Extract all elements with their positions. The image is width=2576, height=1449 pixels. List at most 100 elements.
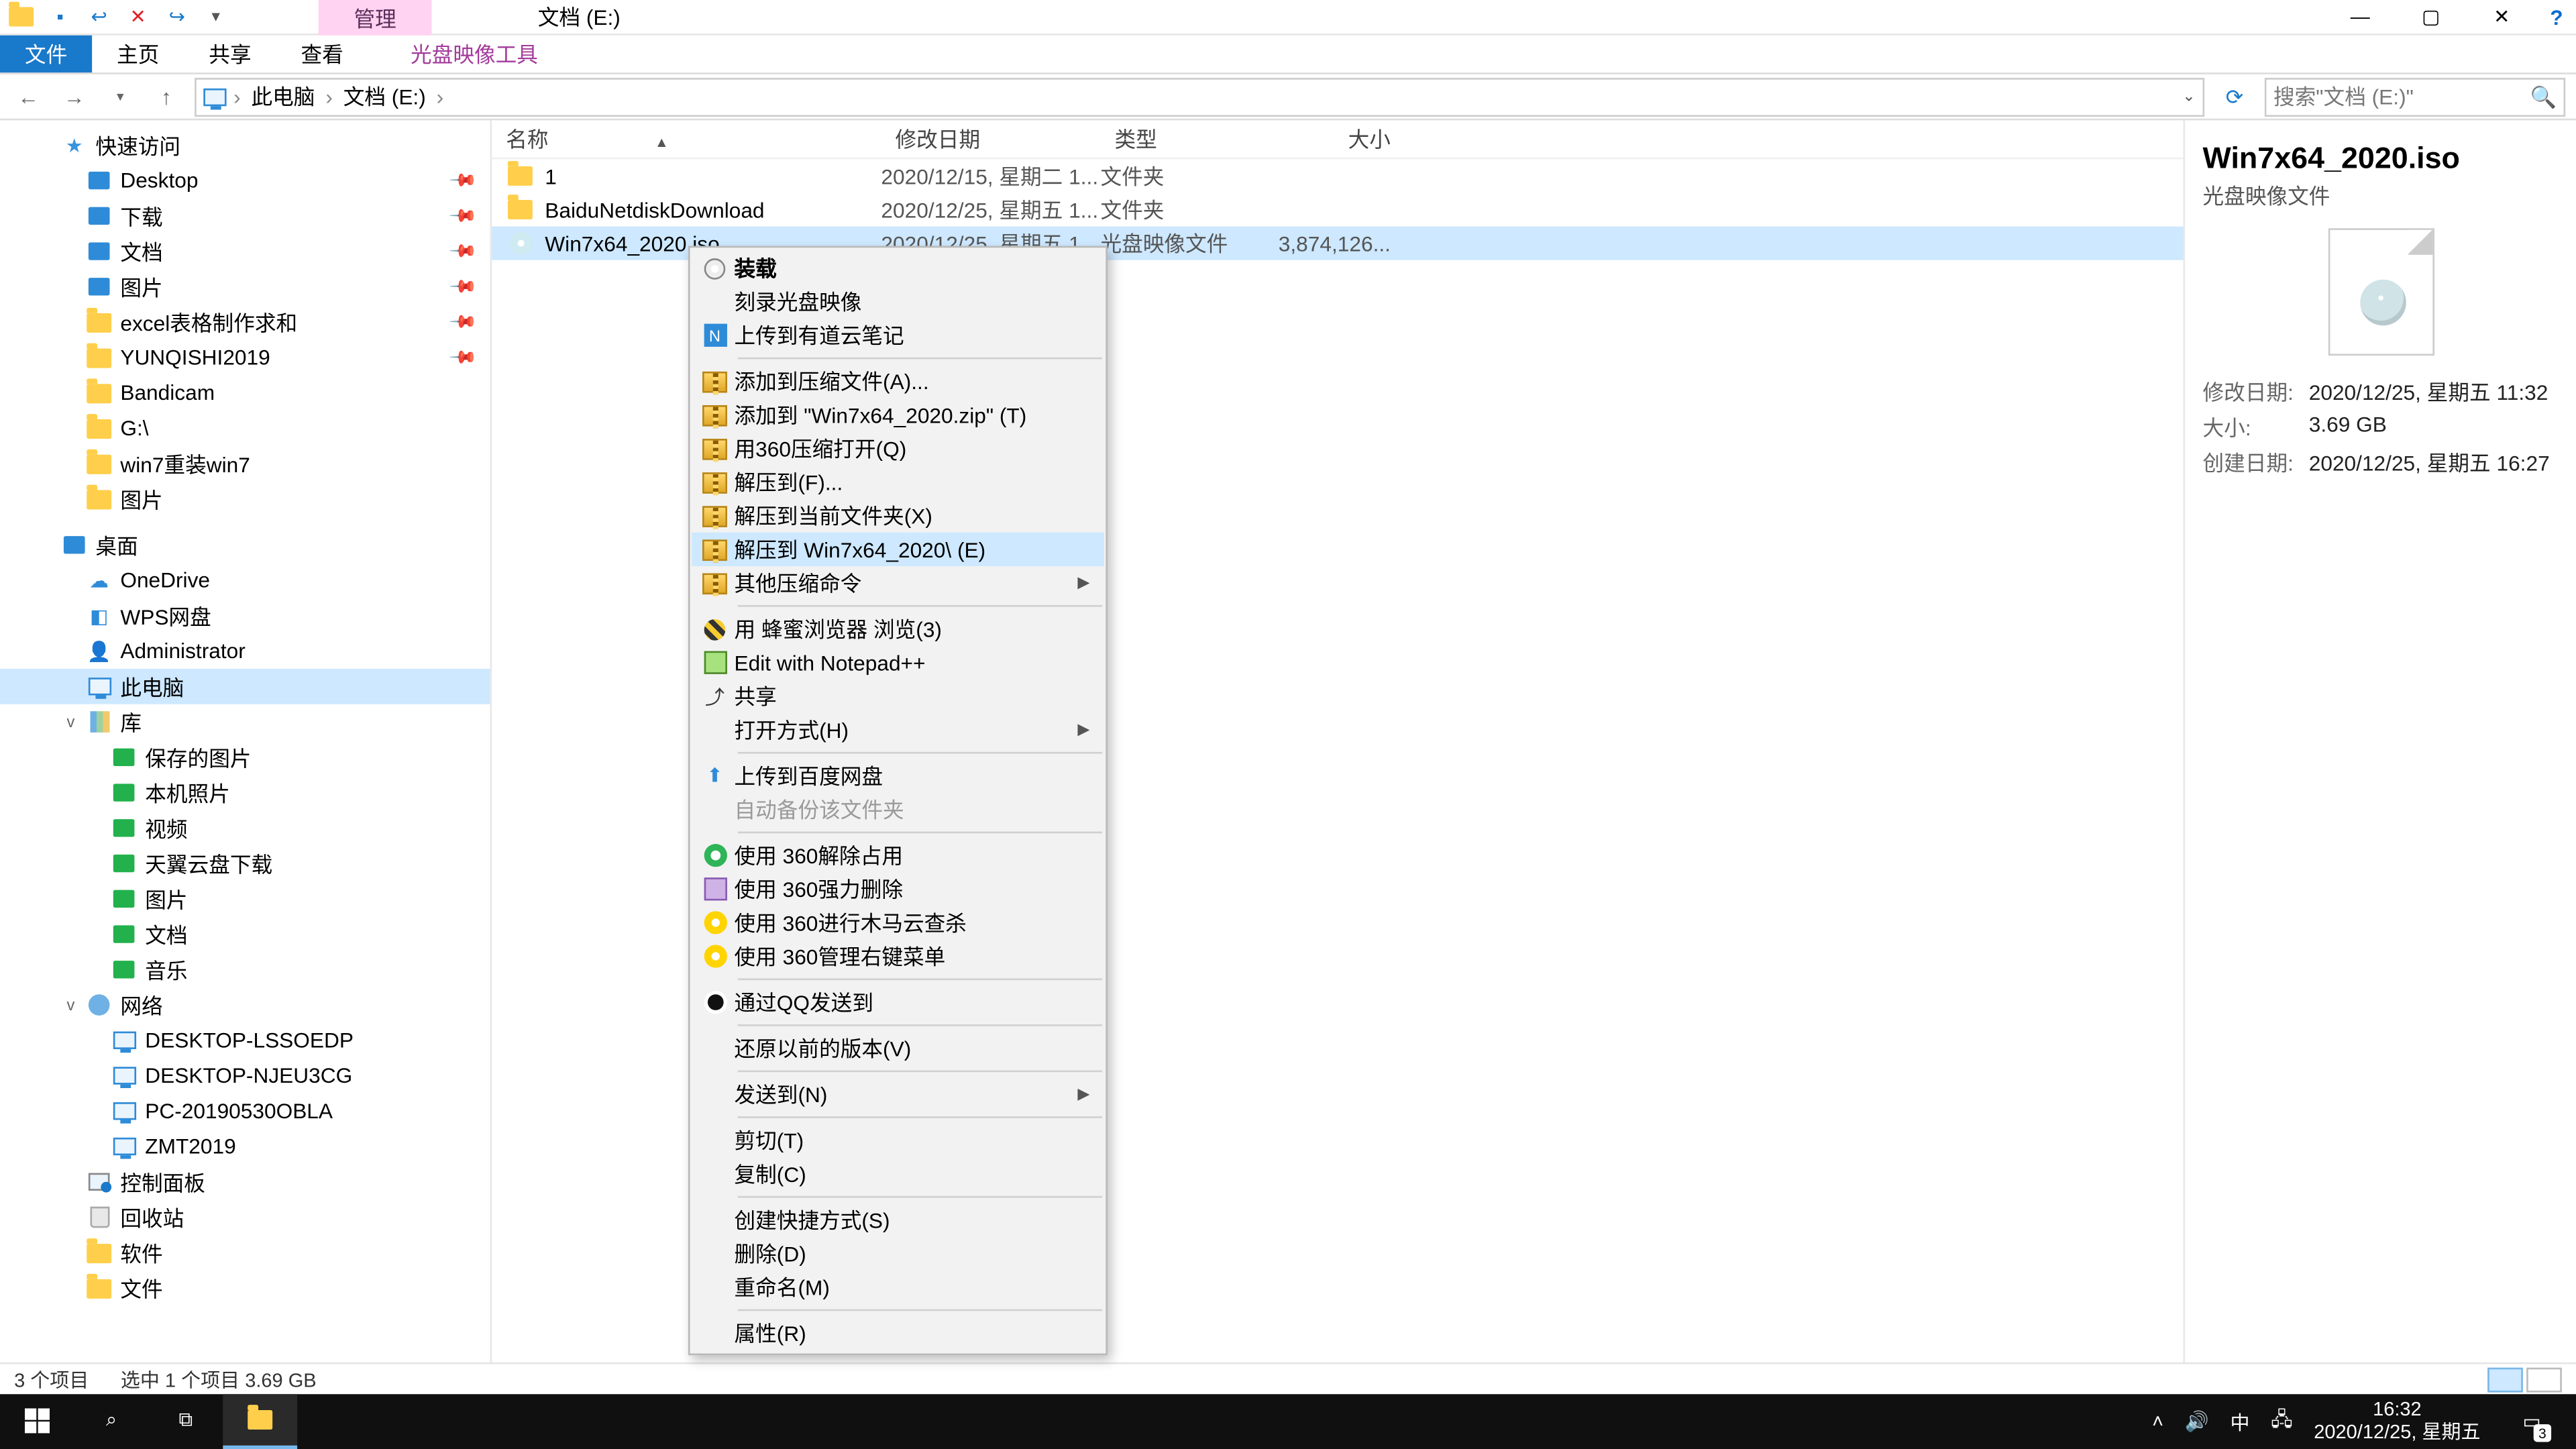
search-input[interactable]: 搜索"文档 (E:)" 🔍 — [2265, 77, 2565, 116]
close-button[interactable]: ✕ — [2466, 0, 2536, 34]
tray-ime[interactable]: 中 — [2231, 1407, 2250, 1436]
nav-item[interactable]: ◧WPS网盘 — [0, 598, 490, 633]
nav-item[interactable]: PC-20190530OBLA — [0, 1093, 490, 1129]
menu-item[interactable]: 属性(R) — [692, 1316, 1104, 1350]
menu-item[interactable]: 删除(D) — [692, 1237, 1104, 1271]
address-dropdown[interactable]: ⌄ — [2182, 87, 2196, 106]
nav-item[interactable]: 本机照片 — [0, 775, 490, 810]
menu-item[interactable]: ⬆上传到百度网盘 — [692, 759, 1104, 792]
menu-item[interactable]: 发送到(N)▶ — [692, 1077, 1104, 1111]
file-row[interactable]: BaiduNetdiskDownload2020/12/25, 星期五 1...… — [492, 193, 2183, 226]
menu-item[interactable]: 解压到当前文件夹(X) — [692, 499, 1104, 533]
col-modified[interactable]: 修改日期 — [881, 124, 1100, 154]
qat-undo[interactable]: ↩ — [81, 1, 117, 32]
nav-item[interactable]: 图片📌 — [0, 269, 490, 305]
expand-icon[interactable]: v — [60, 713, 82, 731]
nav-item[interactable]: 音乐 — [0, 952, 490, 987]
menu-item[interactable]: 用360压缩打开(Q) — [692, 432, 1104, 466]
nav-item[interactable]: 视频 — [0, 810, 490, 846]
qat-app-icon[interactable] — [3, 1, 39, 32]
nav-item[interactable]: YUNQISHI2019📌 — [0, 339, 490, 375]
file-row[interactable]: 12020/12/15, 星期二 1...文件夹 — [492, 159, 2183, 193]
nav-item[interactable]: DESKTOP-LSSOEDP — [0, 1022, 490, 1058]
nav-item[interactable]: Desktop📌 — [0, 163, 490, 199]
nav-item[interactable]: 文件 — [0, 1271, 490, 1306]
menu-item[interactable]: ⤴共享 — [692, 680, 1104, 713]
menu-item[interactable]: 打开方式(H)▶ — [692, 713, 1104, 747]
nav-item[interactable]: 此电脑 — [0, 669, 490, 704]
maximize-button[interactable]: ▢ — [2396, 0, 2466, 34]
ribbon-context-tool[interactable]: 光盘映像工具 — [386, 36, 563, 72]
menu-item[interactable]: 解压到 Win7x64_2020\ (E) — [692, 533, 1104, 566]
nav-item[interactable]: 保存的图片 — [0, 739, 490, 775]
menu-item[interactable]: Edit with Notepad++ — [692, 646, 1104, 680]
nav-item[interactable]: 👤Administrator — [0, 633, 490, 669]
tray-network-icon[interactable]: 🖧 — [2271, 1405, 2292, 1438]
tray-notifications[interactable]: ▭ 3 — [2502, 1394, 2562, 1449]
taskbar-taskview[interactable]: ⧉ — [149, 1394, 223, 1449]
view-details-button[interactable] — [2487, 1366, 2523, 1391]
menu-item[interactable]: 解压到(F)... — [692, 466, 1104, 499]
nav-item[interactable]: 桌面 — [0, 527, 490, 563]
nav-forward[interactable]: → — [56, 78, 92, 114]
menu-item[interactable]: 用 蜂蜜浏览器 浏览(3) — [692, 612, 1104, 646]
col-name[interactable]: 名称▲ — [492, 124, 881, 154]
menu-item[interactable]: 使用 360管理右键菜单 — [692, 939, 1104, 973]
nav-item[interactable]: 下载📌 — [0, 198, 490, 233]
taskbar-search[interactable]: ⌕ — [74, 1394, 149, 1449]
nav-item[interactable]: 文档 — [0, 916, 490, 952]
ribbon-share[interactable]: 共享 — [184, 36, 276, 72]
col-type[interactable]: 类型 — [1100, 124, 1277, 154]
nav-item[interactable]: Bandicam — [0, 375, 490, 411]
nav-history-dropdown[interactable]: ▾ — [103, 78, 138, 114]
menu-item[interactable]: 剪切(T) — [692, 1124, 1104, 1157]
nav-back[interactable]: ← — [11, 78, 46, 114]
nav-item[interactable]: excel表格制作求和📌 — [0, 305, 490, 340]
menu-item[interactable]: 其他压缩命令▶ — [692, 566, 1104, 600]
taskbar-explorer[interactable] — [223, 1394, 297, 1449]
qat-save[interactable]: ▪ — [42, 1, 78, 32]
menu-item[interactable]: 添加到压缩文件(A)... — [692, 364, 1104, 398]
nav-item[interactable]: 控制面板 — [0, 1164, 490, 1199]
qat-redo[interactable]: ↪ — [159, 1, 195, 32]
menu-item[interactable]: 通过QQ发送到 — [692, 985, 1104, 1019]
nav-item[interactable]: 图片 — [0, 481, 490, 517]
ribbon-file[interactable]: 文件 — [0, 36, 92, 72]
menu-item[interactable]: 使用 360进行木马云查杀 — [692, 906, 1104, 939]
nav-item[interactable]: G:\ — [0, 411, 490, 446]
nav-item[interactable]: 天翼云盘下载 — [0, 846, 490, 881]
qat-delete[interactable]: ✕ — [120, 1, 156, 32]
menu-item[interactable]: 重命名(M) — [692, 1271, 1104, 1304]
menu-item[interactable]: 使用 360强力删除 — [692, 872, 1104, 906]
crumb-0[interactable]: 此电脑 — [248, 81, 319, 111]
tray-chevron-icon[interactable]: ˄ — [2152, 1411, 2163, 1432]
nav-item[interactable]: 图片 — [0, 881, 490, 916]
menu-item[interactable]: 装载 — [692, 252, 1104, 285]
qat-dropdown[interactable]: ▼ — [198, 1, 233, 32]
nav-item[interactable]: ★快速访问 — [0, 127, 490, 163]
crumb-1[interactable]: 文档 (E:) — [339, 81, 429, 111]
menu-item[interactable]: N上传到有道云笔记 — [692, 319, 1104, 352]
nav-up[interactable]: ↑ — [149, 78, 184, 114]
col-size[interactable]: 大小 — [1277, 124, 1405, 154]
menu-item[interactable]: 复制(C) — [692, 1157, 1104, 1191]
nav-item[interactable]: 软件 — [0, 1235, 490, 1271]
menu-item[interactable]: 创建快捷方式(S) — [692, 1203, 1104, 1236]
nav-item[interactable]: ☁OneDrive — [0, 563, 490, 598]
help-button[interactable]: ? — [2537, 0, 2576, 34]
menu-item[interactable]: 添加到 "Win7x64_2020.zip" (T) — [692, 398, 1104, 431]
ribbon-home[interactable]: 主页 — [92, 36, 184, 72]
tray-volume-icon[interactable]: 🔊 — [2185, 1410, 2209, 1433]
address-bar[interactable]: › 此电脑 › 文档 (E:) › ⌄ — [195, 77, 2204, 116]
nav-item[interactable]: v网络 — [0, 987, 490, 1023]
menu-item[interactable]: 刻录光盘映像 — [692, 285, 1104, 319]
nav-item[interactable]: win7重装win7 — [0, 446, 490, 482]
nav-item[interactable]: DESKTOP-NJEU3CG — [0, 1058, 490, 1093]
ribbon-view[interactable]: 查看 — [276, 36, 368, 72]
nav-item[interactable]: 文档📌 — [0, 233, 490, 269]
menu-item[interactable]: 使用 360解除占用 — [692, 839, 1104, 872]
start-button[interactable] — [0, 1394, 74, 1449]
refresh-button[interactable]: ⟳ — [2215, 77, 2254, 116]
nav-item[interactable]: ZMT2019 — [0, 1129, 490, 1165]
nav-item[interactable]: v库 — [0, 704, 490, 740]
